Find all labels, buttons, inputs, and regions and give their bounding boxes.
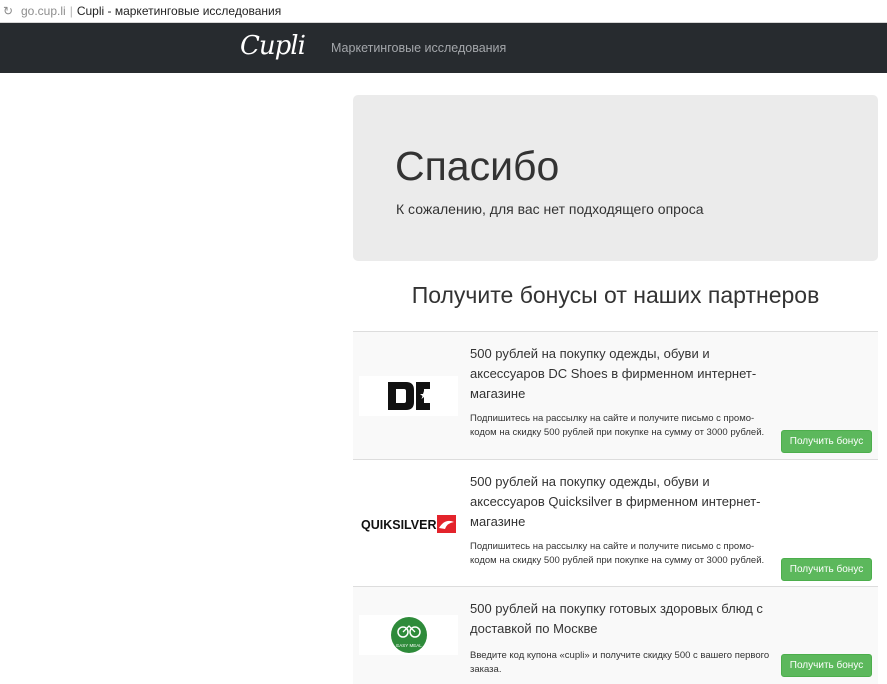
get-bonus-button[interactable]: Получить бонус xyxy=(781,558,872,581)
offer-description: Введите код купона «cupli» и получите ск… xyxy=(470,650,770,675)
browser-address-bar[interactable]: ↻ go.cup.li | Cupli - маркетинговые иссл… xyxy=(0,0,887,23)
top-navbar: Cupli Маркетинговые исследования xyxy=(0,23,887,73)
offer-title: 500 рублей на покупку одежды, обуви и ак… xyxy=(470,346,757,401)
no-survey-message: К сожалению, для вас нет подходящего опр… xyxy=(396,201,704,217)
offer-description: Подпишитесь на рассылку на сайте и получ… xyxy=(470,541,765,566)
easy-meal-logo-icon: EASY MEAL xyxy=(390,617,427,653)
quiksilver-logo-text: QUIKSILVER xyxy=(361,518,436,532)
nav-link-research[interactable]: Маркетинговые исследования xyxy=(331,41,506,55)
easy-meal-logo: EASY MEAL xyxy=(359,615,458,655)
quiksilver-logo-icon: QUIKSILVER xyxy=(361,515,456,533)
url-separator: | xyxy=(69,4,73,18)
easy-meal-logo-text: EASY MEAL xyxy=(396,643,422,648)
offer-description: Подпишитесь на рассылку на сайте и получ… xyxy=(470,413,765,438)
offer-row-dc-shoes: 500 рублей на покупку одежды, обуви и ак… xyxy=(353,331,878,460)
offer-row-easy-meal: EASY MEAL 500 рублей на покупку готовых … xyxy=(353,586,878,684)
reload-icon[interactable]: ↻ xyxy=(3,4,19,18)
dc-shoes-logo-icon xyxy=(387,382,430,410)
page-title-tab: Cupli - маркетинговые исследования xyxy=(76,4,282,18)
dc-shoes-logo xyxy=(359,376,458,416)
get-bonus-button[interactable]: Получить бонус xyxy=(781,654,872,677)
offer-row-quiksilver: QUIKSILVER 500 рублей на покупку одежды,… xyxy=(353,459,878,587)
page-heading: Спасибо xyxy=(395,143,560,189)
quiksilver-logo: QUIKSILVER xyxy=(359,504,458,544)
offer-title: 500 рублей на покупку готовых здоровых б… xyxy=(470,601,763,636)
cupli-logo[interactable]: Cupli xyxy=(240,31,306,61)
partners-title: Получите бонусы от наших партнеров xyxy=(411,282,820,308)
thank-you-panel: Спасибо К сожалению, для вас нет подходя… xyxy=(353,95,878,261)
offer-title: 500 рублей на покупку одежды, обуви и ак… xyxy=(470,474,761,529)
get-bonus-button[interactable]: Получить бонус xyxy=(781,430,872,453)
url-domain: go.cup.li xyxy=(21,4,66,18)
